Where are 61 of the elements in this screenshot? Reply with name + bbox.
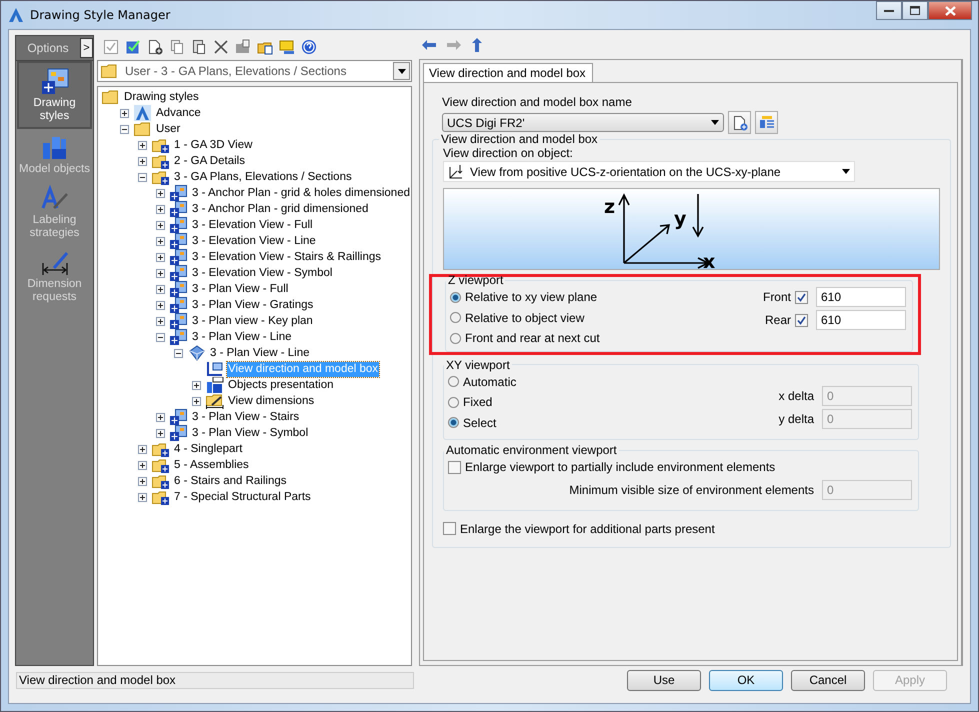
option-label: Relative to object view bbox=[465, 310, 584, 325]
tree-item[interactable]: 3 - Elevation View - Full bbox=[191, 218, 314, 232]
dialog-button[interactable]: Use bbox=[627, 670, 701, 690]
group-title: Automatic environment viewport bbox=[445, 443, 618, 457]
tree-item[interactable]: 5 - Assemblies bbox=[173, 458, 250, 472]
tree-item[interactable]: 3 - Plan View - Line bbox=[191, 330, 293, 344]
field-label: View direction on object: bbox=[443, 146, 574, 160]
option-label: Select bbox=[463, 416, 496, 430]
path-dropdown[interactable]: User - 3 - GA Plans, Elevations / Sections bbox=[97, 60, 412, 82]
sidebar-item[interactable]: Drawing styles bbox=[17, 61, 92, 129]
sidebar-header: Options bbox=[26, 41, 70, 55]
name-dropdown[interactable]: UCS Digi FR2' bbox=[442, 113, 724, 132]
view-direction-dropdown[interactable]: View from positive UCS-z-orientation on the UCS-xy-plane bbox=[443, 161, 855, 182]
field-label: Rear bbox=[764, 313, 791, 327]
field-label: Front bbox=[762, 290, 791, 304]
field-label: x delta bbox=[778, 388, 814, 402]
window-title: Drawing Style Manager bbox=[30, 8, 170, 22]
tree-item[interactable]: Drawing styles bbox=[123, 90, 200, 104]
tree-item[interactable]: Objects presentation bbox=[227, 378, 334, 392]
group-title: Z viewport bbox=[447, 273, 504, 287]
dialog-button[interactable]: OK bbox=[709, 670, 783, 690]
option-label: Fixed bbox=[463, 395, 492, 410]
tree-item[interactable]: 2 - GA Details bbox=[173, 154, 246, 168]
option-label: Front and rear at next cut bbox=[465, 331, 600, 346]
option-label: Relative to xy view plane bbox=[465, 290, 598, 304]
field-label: View direction and model box name bbox=[442, 95, 632, 109]
dialog-button[interactable]: Cancel bbox=[791, 670, 865, 690]
tree-item[interactable]: 3 - Plan View - Gratings bbox=[191, 298, 314, 312]
tree-item[interactable]: 3 - Anchor Plan - grid dimensioned bbox=[191, 202, 370, 216]
group-title: XY viewport bbox=[445, 358, 511, 372]
tab[interactable]: View direction and model box bbox=[423, 63, 593, 82]
tree-item[interactable]: 3 - Anchor Plan - grid & holes dimensioned bbox=[191, 186, 411, 200]
axis-label: y bbox=[674, 208, 686, 230]
axis-label: x bbox=[703, 251, 716, 269]
field-label: Minimum visible size of environment elements bbox=[569, 482, 814, 496]
axis-label: z bbox=[604, 196, 616, 218]
tree-item[interactable]: Advance bbox=[155, 106, 202, 120]
input-field[interactable]: 610 bbox=[816, 287, 906, 307]
tree-item[interactable]: 3 - Plan View - Full bbox=[191, 282, 290, 296]
tree-item[interactable]: 3 - Plan View - Stairs bbox=[191, 410, 300, 424]
tree-item[interactable]: 4 - Singlepart bbox=[173, 442, 244, 456]
tree-item[interactable]: User bbox=[155, 122, 182, 136]
status-text: View direction and model box bbox=[19, 673, 176, 687]
tree-item[interactable]: 3 - GA Plans, Elevations / Sections bbox=[173, 170, 353, 184]
tree-item[interactable]: 7 - Special Structural Parts bbox=[173, 490, 312, 504]
tree-item[interactable]: 3 - Elevation View - Line bbox=[191, 234, 317, 248]
expand-button[interactable]: > bbox=[80, 38, 94, 58]
tree-item[interactable]: 3 - Plan View - Symbol bbox=[191, 426, 310, 440]
option-label: Enlarge viewport to partially include environment elements bbox=[465, 460, 776, 474]
tree-item[interactable]: 3 - Elevation View - Stairs & Raillings bbox=[191, 250, 382, 264]
tree-item[interactable]: 6 - Stairs and Railings bbox=[173, 474, 288, 488]
option-label: Enlarge the viewport for additional parts present bbox=[460, 522, 715, 536]
tree-item[interactable]: 3 - Plan View - Line bbox=[209, 346, 311, 360]
input-field[interactable]: 610 bbox=[816, 310, 906, 330]
tree-item[interactable]: 3 - Elevation View - Symbol bbox=[191, 266, 334, 280]
tree-item[interactable]: 1 - GA 3D View bbox=[173, 138, 254, 152]
group-title: View direction and model box bbox=[440, 132, 599, 146]
tree-item[interactable]: View dimensions bbox=[227, 394, 316, 408]
tree-item[interactable]: 3 - Plan view - Key plan bbox=[191, 314, 314, 328]
option-label: Automatic bbox=[463, 374, 516, 389]
field-label: y delta bbox=[778, 412, 814, 426]
